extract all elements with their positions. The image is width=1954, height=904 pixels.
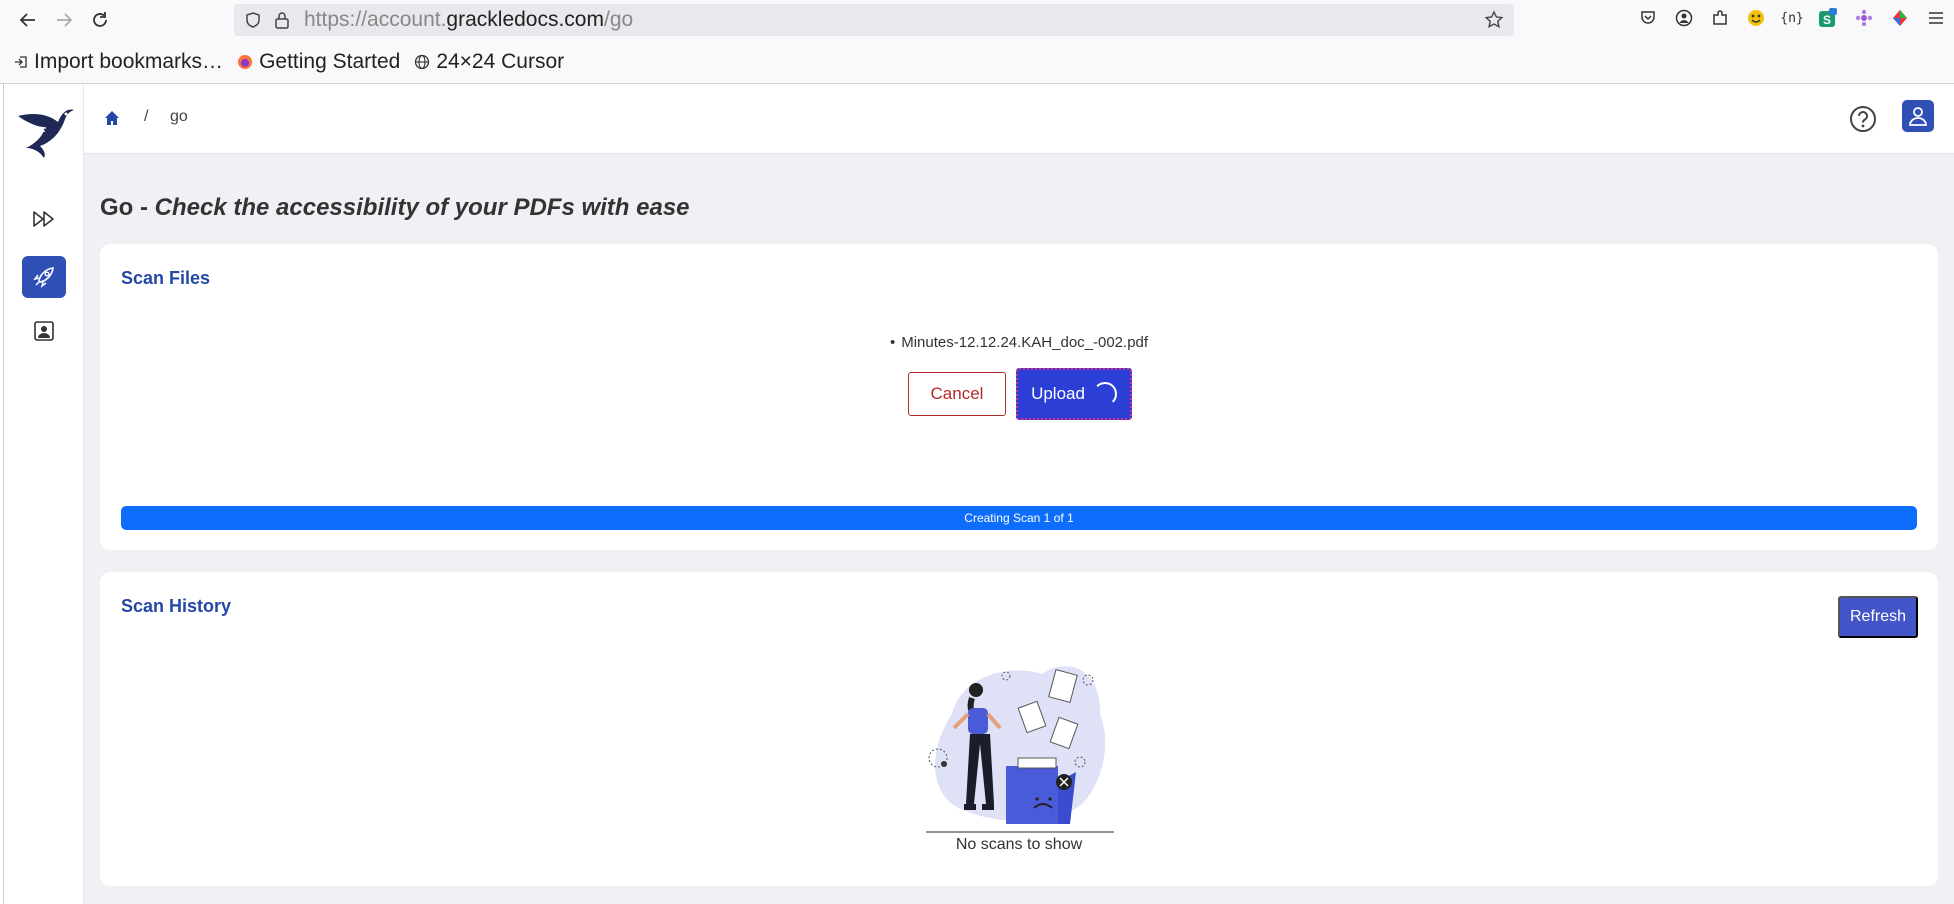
sidebar-item-go[interactable] (22, 256, 66, 298)
url-prefix: https://account. (304, 8, 447, 31)
pocket-icon[interactable] (1636, 6, 1660, 30)
app-sidebar (4, 84, 84, 904)
fast-forward-icon (33, 211, 54, 227)
bookmarks-bar: Import bookmarks… Getting Started 24×24 … (0, 40, 1954, 84)
page-title: Go - Check the accessibility of your PDF… (100, 194, 690, 222)
address-bar[interactable]: https://account.grackledocs.com/go (234, 4, 1514, 36)
loading-spinner-icon (1092, 382, 1117, 406)
scan-progress-text: Creating Scan 1 of 1 (964, 511, 1074, 525)
extension-icons: {n} S (1636, 6, 1948, 30)
globe-icon (415, 54, 430, 69)
bookmark-star-icon[interactable] (1484, 10, 1504, 30)
import-icon (15, 55, 27, 68)
upload-actions: Cancel Upload (908, 368, 1132, 420)
cancel-button[interactable]: Cancel (908, 372, 1006, 416)
url-host: grackledocs.com (446, 8, 604, 31)
user-menu-button[interactable] (1902, 100, 1934, 132)
forward-button[interactable] (46, 2, 82, 38)
reload-button[interactable] (82, 2, 118, 38)
shield-icon[interactable] (244, 11, 262, 29)
lock-icon[interactable] (274, 11, 290, 29)
main-content: / go Go - Check the accessibility of you… (84, 84, 1954, 904)
top-bar: / go (84, 84, 1954, 154)
extensions-puzzle-icon[interactable] (1708, 6, 1732, 30)
bullet: • (889, 334, 896, 351)
bookmark-import[interactable]: Import bookmarks… (14, 50, 223, 74)
url-text: https://account.grackledocs.com/go (304, 8, 633, 32)
scan-files-card: Scan Files • Minutes-12.12.24.KAH_doc_-00… (100, 244, 1938, 550)
color-extension-icon[interactable] (1888, 6, 1912, 30)
contact-card-icon (34, 321, 54, 341)
empty-state-text: No scans to show (955, 836, 1083, 853)
scan-history-card: Scan History Refresh No scans to show (100, 572, 1938, 886)
selected-file-item: • Minutes-12.12.24.KAH_doc_-002.pdf (100, 334, 1938, 351)
url-path: /go (603, 8, 634, 31)
emoji-extension-icon[interactable] (1744, 6, 1768, 30)
scan-history-title: Scan History (121, 596, 232, 616)
bracket-extension-icon[interactable]: {n} (1780, 6, 1804, 30)
page-title-subtitle: Check the accessibility of your PDFs wit… (154, 194, 690, 221)
empty-state-illustration (926, 666, 1114, 833)
scan-files-title: Scan Files (121, 268, 211, 288)
bookmark-getting-started[interactable]: Getting Started (237, 50, 400, 74)
home-icon[interactable] (104, 110, 120, 126)
breadcrumb-separator: / (144, 108, 149, 125)
scan-progress-fill: Creating Scan 1 of 1 (121, 506, 1917, 530)
forward-arrow-icon (57, 13, 73, 27)
sidebar-item-contacts[interactable] (22, 310, 66, 352)
back-arrow-icon (19, 13, 35, 27)
scan-progress-bar: Creating Scan 1 of 1 (121, 506, 1917, 530)
sidebar-item-fast-forward[interactable] (22, 198, 66, 240)
page-title-prefix: Go - (100, 194, 155, 221)
back-button[interactable] (10, 2, 46, 38)
bookmark-label: Import bookmarks… (34, 49, 224, 73)
bookmark-label: 24×24 Cursor (436, 49, 565, 73)
bookmark-label: Getting Started (259, 49, 401, 73)
firefox-icon (238, 54, 253, 69)
user-icon (1909, 107, 1927, 126)
upload-button[interactable]: Upload (1016, 368, 1132, 420)
flower-extension-icon[interactable] (1852, 6, 1876, 30)
reload-icon (93, 12, 107, 27)
bookmark-cursor[interactable]: 24×24 Cursor (414, 50, 564, 74)
upload-label: Upload (1031, 384, 1085, 403)
rocket-icon (33, 267, 54, 288)
svg-text:S: S (1823, 13, 1831, 27)
file-name: Minutes-12.12.24.KAH_doc_-002.pdf (901, 334, 1149, 351)
help-icon[interactable] (1848, 104, 1878, 134)
grackle-logo-icon[interactable] (14, 98, 76, 160)
browser-toolbar: https://account.grackledocs.com/go {n} S (0, 0, 1954, 40)
breadcrumb-current: go (170, 108, 188, 125)
refresh-button[interactable]: Refresh (1838, 596, 1918, 638)
account-icon[interactable] (1672, 6, 1696, 30)
menu-icon[interactable] (1924, 6, 1948, 30)
s-extension-icon[interactable]: S (1816, 6, 1840, 30)
